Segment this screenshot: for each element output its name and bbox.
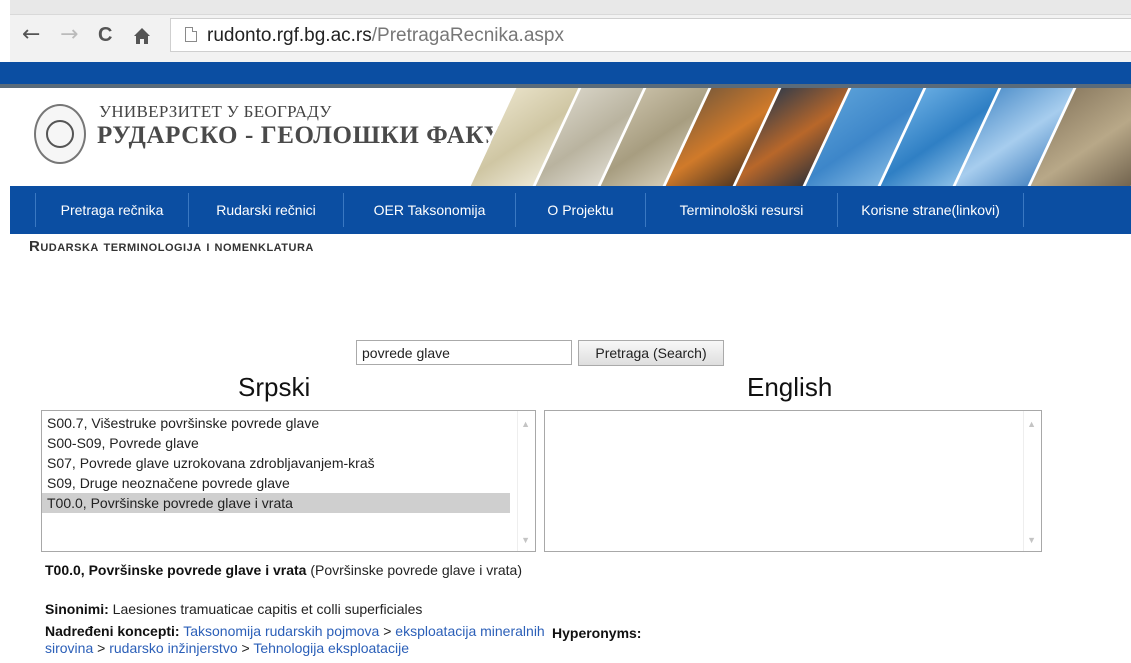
serbian-term-option[interactable]: S00-S09, Povrede glave xyxy=(42,433,510,453)
main-menu-items: Pretraga rečnika Rudarski rečnici OER Ta… xyxy=(35,193,1024,227)
broader-concept-link[interactable]: Tehnologija eksploatacije xyxy=(253,640,409,656)
browser-toolbar: ← → C rudonto.rgf.bg.ac.rs/PretragaRecni… xyxy=(0,0,1131,62)
university-seal-logo xyxy=(34,104,86,164)
term-name: T00.0, Površinske povrede glave i vrata xyxy=(45,562,307,578)
serbian-term-option[interactable]: S07, Povrede glave uzrokovana zdrobljava… xyxy=(42,453,510,473)
scroll-down-arrow-icon[interactable]: ▼ xyxy=(1027,535,1036,545)
synonyms-label: Sinonimi: xyxy=(45,601,109,617)
menu-item-terminoloski-resursi[interactable]: Terminološki resursi xyxy=(646,193,838,227)
serbian-title: Srpski xyxy=(238,372,311,402)
menu-item-oer-taksonomija[interactable]: OER Taksonomija xyxy=(344,193,516,227)
forward-button[interactable]: → xyxy=(60,22,78,48)
serbian-term-list[interactable]: S00.7, Višestruke površinske povrede gla… xyxy=(41,410,536,552)
broader-concepts-row: Nadređeni koncepti: Taksonomija rudarski… xyxy=(45,623,545,657)
address-bar[interactable]: rudonto.rgf.bg.ac.rs/PretragaRecnika.asp… xyxy=(170,18,1131,52)
term-description: (Površinske povrede glave i vrata) xyxy=(306,562,523,578)
breadcrumb-separator: > xyxy=(379,623,396,639)
home-icon xyxy=(134,28,150,44)
menu-item-pretraga-recnika[interactable]: Pretraga rečnika xyxy=(36,193,189,227)
url-path: /PretragaRecnika.aspx xyxy=(371,25,564,46)
serbian-term-option[interactable]: S00.7, Višestruke površinske povrede gla… xyxy=(42,413,510,433)
menu-item-o-projektu[interactable]: O Projektu xyxy=(516,193,646,227)
broader-concepts-label: Nadređeni koncepti: xyxy=(45,623,180,639)
serbian-term-options: S00.7, Višestruke površinske povrede gla… xyxy=(42,411,535,513)
url-host: rudonto.rgf.bg.ac.rs xyxy=(207,25,372,46)
english-term-list[interactable]: ▲ ▼ xyxy=(544,410,1042,552)
english-title: English xyxy=(747,372,833,402)
serbian-term-option-selected[interactable]: T00.0, Površinske povrede glave i vrata xyxy=(42,493,510,513)
synonyms-row: Sinonimi: Laesiones tramuaticae capitis … xyxy=(45,601,535,618)
reload-button[interactable]: C xyxy=(98,22,112,48)
main-menu: Pretraga rečnika Rudarski rečnici OER Ta… xyxy=(10,186,1131,234)
page-icon xyxy=(185,27,197,42)
page-title: Rudarska terminologija i nomenklatura xyxy=(29,238,314,255)
search-button[interactable]: Pretraga (Search) xyxy=(578,340,724,366)
breadcrumb-separator: > xyxy=(237,640,254,656)
back-button[interactable]: ← xyxy=(22,22,40,48)
url-text: rudonto.rgf.bg.ac.rs/PretragaRecnika.asp… xyxy=(207,25,564,47)
english-list-scrollbar[interactable]: ▲ ▼ xyxy=(1023,411,1041,551)
broader-concept-link[interactable]: Taksonomija rudarskih pojmova xyxy=(183,623,379,639)
synonyms-value: Laesiones tramuaticae capitis et colli s… xyxy=(108,601,423,617)
term-detail: T00.0, Površinske povrede glave i vrata … xyxy=(45,562,535,579)
site-topbar xyxy=(0,62,1131,84)
breadcrumb-separator: > xyxy=(93,640,110,656)
home-button[interactable] xyxy=(132,22,152,54)
broader-concept-link[interactable]: rudarsko inžinjerstvo xyxy=(109,640,237,656)
menu-item-rudarski-recnici[interactable]: Rudarski rečnici xyxy=(189,193,344,227)
serbian-term-option[interactable]: S09, Druge neoznačene povrede glave xyxy=(42,473,510,493)
serbian-list-scrollbar[interactable]: ▲ ▼ xyxy=(517,411,535,551)
hyperonyms-row: Hyperonyms: xyxy=(552,625,641,642)
banner-photos xyxy=(470,88,1131,186)
search-input[interactable] xyxy=(356,340,572,365)
scroll-up-arrow-icon[interactable]: ▲ xyxy=(1027,419,1036,429)
tab-strip xyxy=(0,0,1131,15)
hyperonyms-label: Hyperonyms: xyxy=(552,625,642,641)
university-name: УНИВЕРЗИТЕТ У БЕОГРАДУ xyxy=(99,102,332,121)
menu-item-korisne-strane[interactable]: Korisne strane(linkovi) xyxy=(838,193,1024,227)
scroll-up-arrow-icon[interactable]: ▲ xyxy=(521,419,530,429)
scroll-down-arrow-icon[interactable]: ▼ xyxy=(521,535,530,545)
